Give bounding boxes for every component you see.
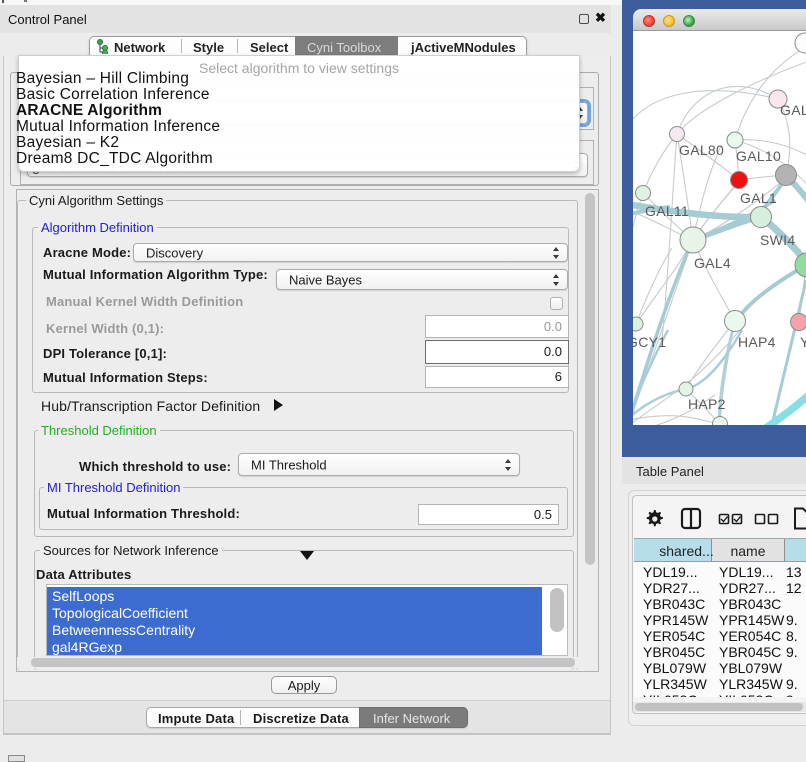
svg-text:GAL1: GAL1 [740,190,777,206]
svg-text:GAL11: GAL11 [645,203,689,219]
svg-text:HAP4: HAP4 [738,334,776,350]
svg-text:Y: Y [800,334,806,350]
svg-text:SWI4: SWI4 [760,232,795,248]
svg-text:GAL10: GAL10 [736,148,781,164]
svg-text:GAL: GAL [780,102,806,118]
svg-text:HAP2: HAP2 [688,396,726,412]
svg-text:GAL4: GAL4 [694,255,731,271]
svg-text:GAL80: GAL80 [679,142,724,158]
svg-text:GCY1: GCY1 [633,334,666,350]
